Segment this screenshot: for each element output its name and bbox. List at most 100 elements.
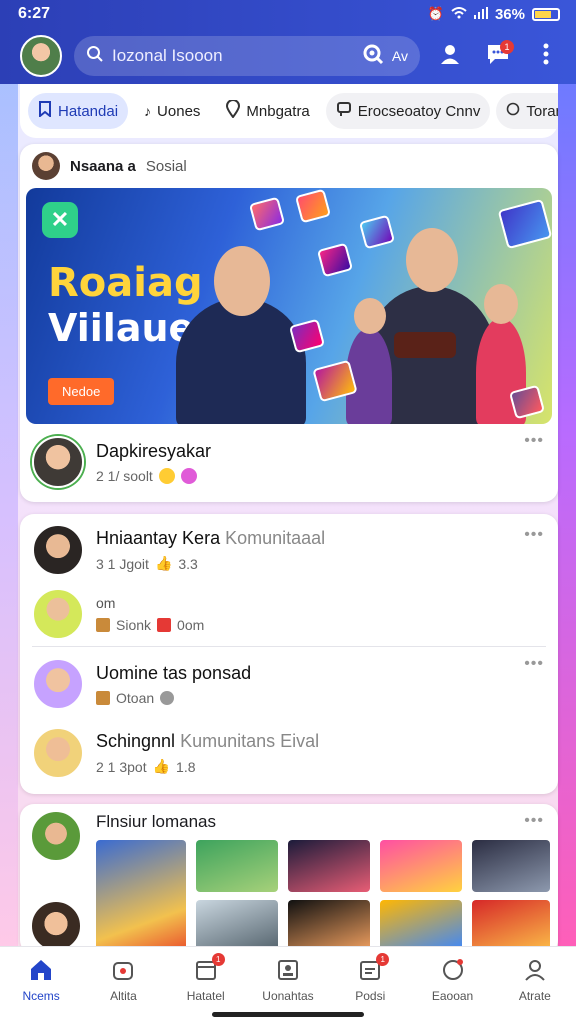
person-icon	[439, 43, 461, 70]
list-item[interactable]: Schingnnl Kumunitans Eival 2 1 3pot 👍 1.…	[20, 721, 558, 785]
list-item[interactable]: Hniaantay Kera Komunitaaal 3 1 Jgoit 👍 3…	[20, 518, 558, 582]
person-outline-icon	[522, 957, 548, 983]
chip-4[interactable]: Toran	[496, 93, 558, 129]
location-pin-icon	[226, 99, 241, 122]
post-meta: 2 1/ soolt	[96, 467, 211, 484]
post-avatar[interactable]	[32, 436, 84, 488]
banner-cta-button[interactable]: Nedoe	[48, 378, 115, 405]
list-item[interactable]: om Sionk 0om	[20, 582, 558, 646]
signal-icon	[473, 6, 488, 22]
nav-home[interactable]: Ncems	[5, 957, 77, 1003]
post-text: Dapkiresyakar 2 1/ soolt	[96, 441, 211, 484]
messages-button[interactable]: 1	[480, 38, 516, 74]
nav-posts[interactable]: 1 Podsi	[334, 953, 406, 1003]
profile-avatar[interactable]	[20, 35, 62, 77]
contact-card-icon	[275, 957, 301, 983]
author-name[interactable]: Nsaana a	[70, 158, 136, 175]
search-icon	[86, 45, 104, 68]
search-lang-label[interactable]: Av	[392, 48, 408, 64]
home-indicator[interactable]	[212, 1012, 364, 1017]
chip-0[interactable]: Hatandai	[28, 93, 129, 129]
lens-icon[interactable]	[362, 43, 384, 70]
heart-reaction-icon	[160, 690, 175, 705]
post-title[interactable]: om	[96, 595, 204, 611]
filter-chips: Hatandai ♪ Uones Mnbgatra Erocseoatoy Cn…	[20, 84, 558, 138]
post-title-suffix: Kumunitans Eival	[180, 731, 320, 751]
more-options-icon[interactable]: •••	[524, 812, 544, 830]
chip-label: Mnbgatra	[246, 102, 310, 120]
post-title[interactable]: Uomine tas ponsad	[96, 663, 251, 684]
chip-label: Erocseoatoy Cnnv	[357, 102, 481, 120]
gallery-card: Flnsiur lomanas •••	[20, 804, 558, 954]
bookmark-icon	[38, 101, 52, 121]
featured-post-card[interactable]: Nsaana a Sosial ✕ Roaiag Viilaue Nedoe D…	[20, 144, 558, 502]
gallery-thumbnail[interactable]	[288, 840, 370, 892]
post-title[interactable]: Dapkiresyakar	[96, 441, 211, 462]
chip-3[interactable]: Erocseoatoy Cnnv	[325, 93, 491, 129]
nav-profile[interactable]: Atrate	[499, 957, 571, 1003]
gallery-thumbnail[interactable]	[196, 900, 278, 952]
post-text: Schingnnl Kumunitans Eival 2 1 3pot 👍 1.…	[96, 731, 319, 775]
gallery-thumbnail[interactable]	[380, 840, 462, 892]
nav-label: Ncems	[22, 989, 60, 1003]
post-count: 1.8	[176, 758, 196, 775]
gallery-thumbnail[interactable]	[96, 840, 186, 952]
nav-contacts[interactable]: Uonahtas	[252, 957, 324, 1003]
gallery-thumbnail[interactable]	[472, 900, 550, 952]
post-meta: Otoan	[96, 690, 251, 706]
search-query[interactable]: Iozonal Isooon	[112, 46, 354, 66]
calendar-icon: 1	[193, 953, 225, 983]
gallery-thumbnail[interactable]	[472, 840, 550, 892]
chip-1[interactable]: ♪ Uones	[134, 93, 210, 129]
post-avatar[interactable]	[32, 588, 84, 640]
list-item[interactable]: Uomine tas ponsad Otoan •••	[20, 647, 558, 721]
more-options-icon[interactable]: •••	[524, 655, 544, 673]
post-avatar[interactable]	[32, 524, 84, 576]
post-title[interactable]: Hniaantay Kera Komunitaaal	[96, 528, 325, 549]
more-vertical-icon	[543, 43, 549, 70]
gallery-avatar-1[interactable]	[30, 810, 82, 862]
like-icon: 👍	[152, 758, 171, 774]
post-time: 2 1 3pot	[96, 758, 147, 775]
post-title-main: Schingnnl	[96, 731, 176, 751]
account-button[interactable]	[432, 38, 468, 74]
nav-label: Altita	[110, 989, 137, 1003]
post-meta: 3 1 Jgoit 👍 3.3	[96, 555, 325, 572]
floating-tile	[288, 318, 326, 354]
nav-explore[interactable]: Eaooan	[417, 957, 489, 1003]
featured-post-row[interactable]: Dapkiresyakar 2 1/ soolt •••	[20, 424, 558, 500]
card-header: Nsaana a Sosial	[20, 144, 558, 188]
gallery-thumbnail[interactable]	[288, 900, 370, 952]
gallery-thumbnail[interactable]	[196, 840, 278, 892]
wifi-icon	[451, 6, 467, 22]
chip-2[interactable]: Mnbgatra	[216, 93, 319, 129]
posts-list-card: Hniaantay Kera Komunitaaal 3 1 Jgoit 👍 3…	[20, 514, 558, 794]
author-avatar[interactable]	[32, 152, 60, 180]
post-meta: Sionk 0om	[96, 617, 204, 633]
overflow-menu-button[interactable]	[528, 38, 564, 74]
banner-person-woman	[176, 246, 306, 424]
banner-title-line-2: Viilaue	[48, 306, 195, 350]
nav-activity[interactable]: Altita	[87, 957, 159, 1003]
post-title[interactable]: Schingnnl Kumunitans Eival	[96, 731, 319, 752]
box-icon	[96, 690, 110, 705]
more-options-icon[interactable]: •••	[524, 432, 544, 450]
more-options-icon[interactable]: •••	[524, 526, 544, 544]
nav-badge: 1	[376, 953, 390, 966]
gallery-thumbnail[interactable]	[380, 900, 462, 952]
post-text: Uomine tas ponsad Otoan	[96, 663, 251, 706]
featured-banner-image[interactable]: ✕ Roaiag Viilaue Nedoe	[26, 188, 552, 424]
background-edge-left	[0, 80, 18, 950]
gallery-avatar-2[interactable]	[30, 900, 82, 952]
post-avatar[interactable]	[32, 727, 84, 779]
nav-channel[interactable]: 1 Hatatel	[170, 953, 242, 1003]
game-controller-icon	[394, 332, 456, 358]
post-avatar[interactable]	[32, 658, 84, 710]
gallery-title[interactable]: Flnsiur lomanas	[96, 812, 216, 832]
brand-logo-icon: ✕	[42, 202, 78, 238]
chip-label: Uones	[157, 102, 201, 120]
nav-label: Atrate	[518, 989, 551, 1003]
box-icon	[96, 618, 110, 632]
search-bar[interactable]: Iozonal Isooon Av	[74, 36, 420, 76]
status-bar: 6:27 ⏰ 36%	[0, 0, 576, 28]
